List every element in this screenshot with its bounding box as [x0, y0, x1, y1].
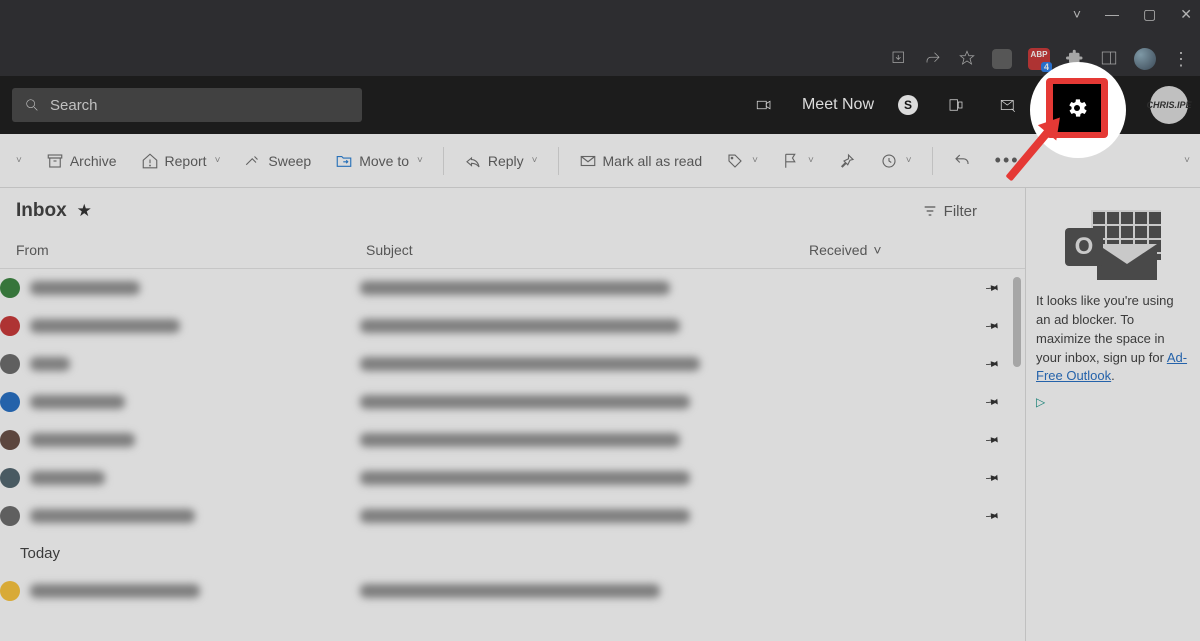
pin-icon[interactable] [983, 354, 1003, 374]
col-from[interactable]: From [16, 242, 366, 258]
message-row[interactable] [0, 307, 1025, 345]
from-text [30, 357, 70, 371]
browser-menu-icon[interactable]: ⋮ [1172, 49, 1190, 70]
snooze-button[interactable]: ˅ [870, 146, 922, 176]
report-button[interactable]: Report˅ [131, 146, 231, 176]
profile-avatar[interactable] [1134, 48, 1156, 70]
sender-avatar [0, 468, 20, 488]
close-window-button[interactable]: ✕ [1180, 6, 1192, 23]
account-avatar[interactable]: CHRIS.IPE [1150, 86, 1188, 124]
categorize-button[interactable]: ˅ [716, 146, 768, 176]
window-controls: ˅ — ▢ ✕ [1073, 6, 1192, 23]
message-row[interactable] [0, 497, 1025, 535]
message-row[interactable] [0, 572, 1025, 610]
from-text [30, 395, 125, 409]
col-subject[interactable]: Subject [366, 242, 809, 258]
favorite-icon[interactable] [958, 49, 976, 70]
inbox-header: Inbox ★ Filter [0, 188, 1025, 232]
scrollbar[interactable] [1011, 269, 1023, 641]
sweep-button[interactable]: Sweep [234, 146, 321, 176]
message-row[interactable] [0, 269, 1025, 307]
section-today: Today [0, 535, 1025, 572]
browser-toolbar: ABP4 ⋮ [890, 48, 1190, 70]
pin-icon[interactable] [983, 316, 1003, 336]
undo-button[interactable] [943, 146, 981, 176]
reply-button[interactable]: Reply˅ [454, 146, 548, 176]
col-received[interactable]: Received˅ [809, 242, 1009, 258]
maximize-button[interactable]: ▢ [1143, 6, 1156, 23]
from-text [30, 471, 105, 485]
ribbon-collapse-button[interactable]: ˅ [1172, 149, 1200, 172]
sender-avatar [0, 581, 20, 601]
column-headers: From Subject Received˅ [0, 232, 1025, 269]
subject-text [360, 281, 670, 295]
subject-text [360, 357, 700, 371]
message-row[interactable] [0, 383, 1025, 421]
pin-icon[interactable] [983, 278, 1003, 298]
install-app-icon[interactable] [890, 49, 908, 70]
mail-action-icon[interactable] [994, 91, 1022, 119]
message-list[interactable]: Today [0, 269, 1025, 641]
search-placeholder: Search [50, 97, 98, 114]
from-text [30, 319, 180, 333]
browser-chrome: ˅ — ▢ ✕ ABP4 ⋮ [0, 0, 1200, 76]
subject-text [360, 471, 690, 485]
from-text [30, 584, 200, 598]
sender-avatar [0, 392, 20, 412]
message-row[interactable] [0, 459, 1025, 497]
subject-text [360, 395, 690, 409]
share-icon[interactable] [924, 49, 942, 70]
search-icon [24, 97, 40, 113]
folder-title: Inbox [16, 200, 67, 222]
sender-avatar [0, 316, 20, 336]
sidepanel-icon[interactable] [1100, 49, 1118, 70]
archive-button[interactable]: Archive [36, 146, 127, 176]
ad-panel: O It looks like you're using an ad block… [1026, 188, 1200, 641]
app-header: Search Meet Now S CHRIS.IPE [0, 76, 1200, 134]
pin-icon[interactable] [983, 468, 1003, 488]
filter-button[interactable]: Filter [922, 203, 1009, 220]
sender-avatar [0, 430, 20, 450]
flag-button[interactable]: ˅ [772, 146, 824, 176]
sender-avatar [0, 278, 20, 298]
extension-icon-1[interactable] [992, 49, 1012, 69]
video-icon[interactable] [750, 91, 778, 119]
subject-text [360, 584, 660, 598]
subject-text [360, 509, 690, 523]
minimize-button[interactable]: — [1105, 6, 1119, 23]
adchoices-icon[interactable]: ▷ [1036, 394, 1190, 411]
prev-button-partial[interactable]: ˅ [4, 149, 32, 172]
message-row[interactable] [0, 421, 1025, 459]
filter-icon [922, 203, 938, 219]
message-row[interactable] [0, 345, 1025, 383]
scrollbar-thumb[interactable] [1013, 277, 1021, 367]
move-to-button[interactable]: Move to˅ [325, 146, 433, 176]
ad-blocker-message: It looks like you're using an ad blocker… [1036, 292, 1190, 386]
adblock-icon[interactable]: ABP4 [1028, 48, 1050, 70]
mail-list-pane: Inbox ★ Filter From Subject Received˅ To… [0, 188, 1026, 641]
sender-avatar [0, 354, 20, 374]
mark-all-read-button[interactable]: Mark all as read [569, 146, 713, 176]
search-input[interactable]: Search [12, 88, 362, 122]
subject-text [360, 433, 680, 447]
sender-avatar [0, 506, 20, 526]
chevron-down-icon: ˅ [873, 242, 881, 258]
restore-down-icon[interactable]: ˅ [1073, 6, 1081, 23]
skype-icon[interactable]: S [898, 95, 918, 115]
favorite-folder-icon[interactable]: ★ [77, 201, 92, 221]
pin-icon[interactable] [983, 392, 1003, 412]
pin-button[interactable] [828, 146, 866, 176]
outlook-logo-icon: O [1065, 210, 1161, 280]
teams-icon[interactable] [942, 91, 970, 119]
pin-icon[interactable] [983, 430, 1003, 450]
pin-icon[interactable] [983, 506, 1003, 526]
subject-text [360, 319, 680, 333]
main-content: Inbox ★ Filter From Subject Received˅ To… [0, 188, 1200, 641]
from-text [30, 433, 135, 447]
from-text [30, 509, 195, 523]
from-text [30, 281, 140, 295]
meet-now-button[interactable]: Meet Now [802, 96, 874, 114]
gear-icon [1065, 96, 1089, 120]
